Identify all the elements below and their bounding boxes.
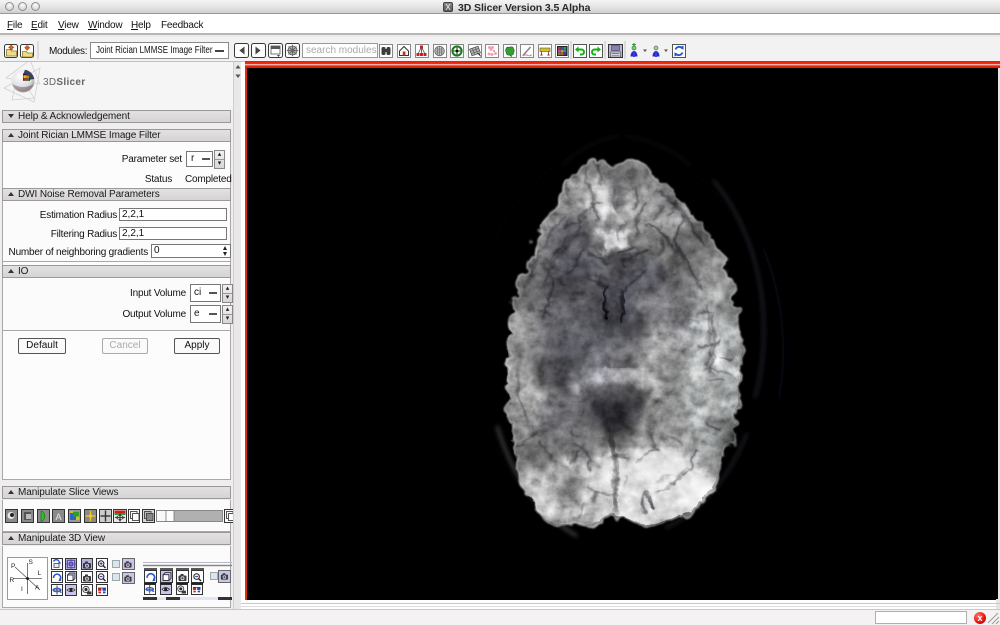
svg-text:P: P <box>11 563 15 570</box>
svg-text:S: S <box>29 559 34 566</box>
svg-text:L: L <box>38 570 42 577</box>
svg-text:R: R <box>10 577 15 584</box>
svg-text:I: I <box>21 586 23 593</box>
svg-text:A: A <box>56 512 62 522</box>
svg-text:A: A <box>35 585 40 592</box>
